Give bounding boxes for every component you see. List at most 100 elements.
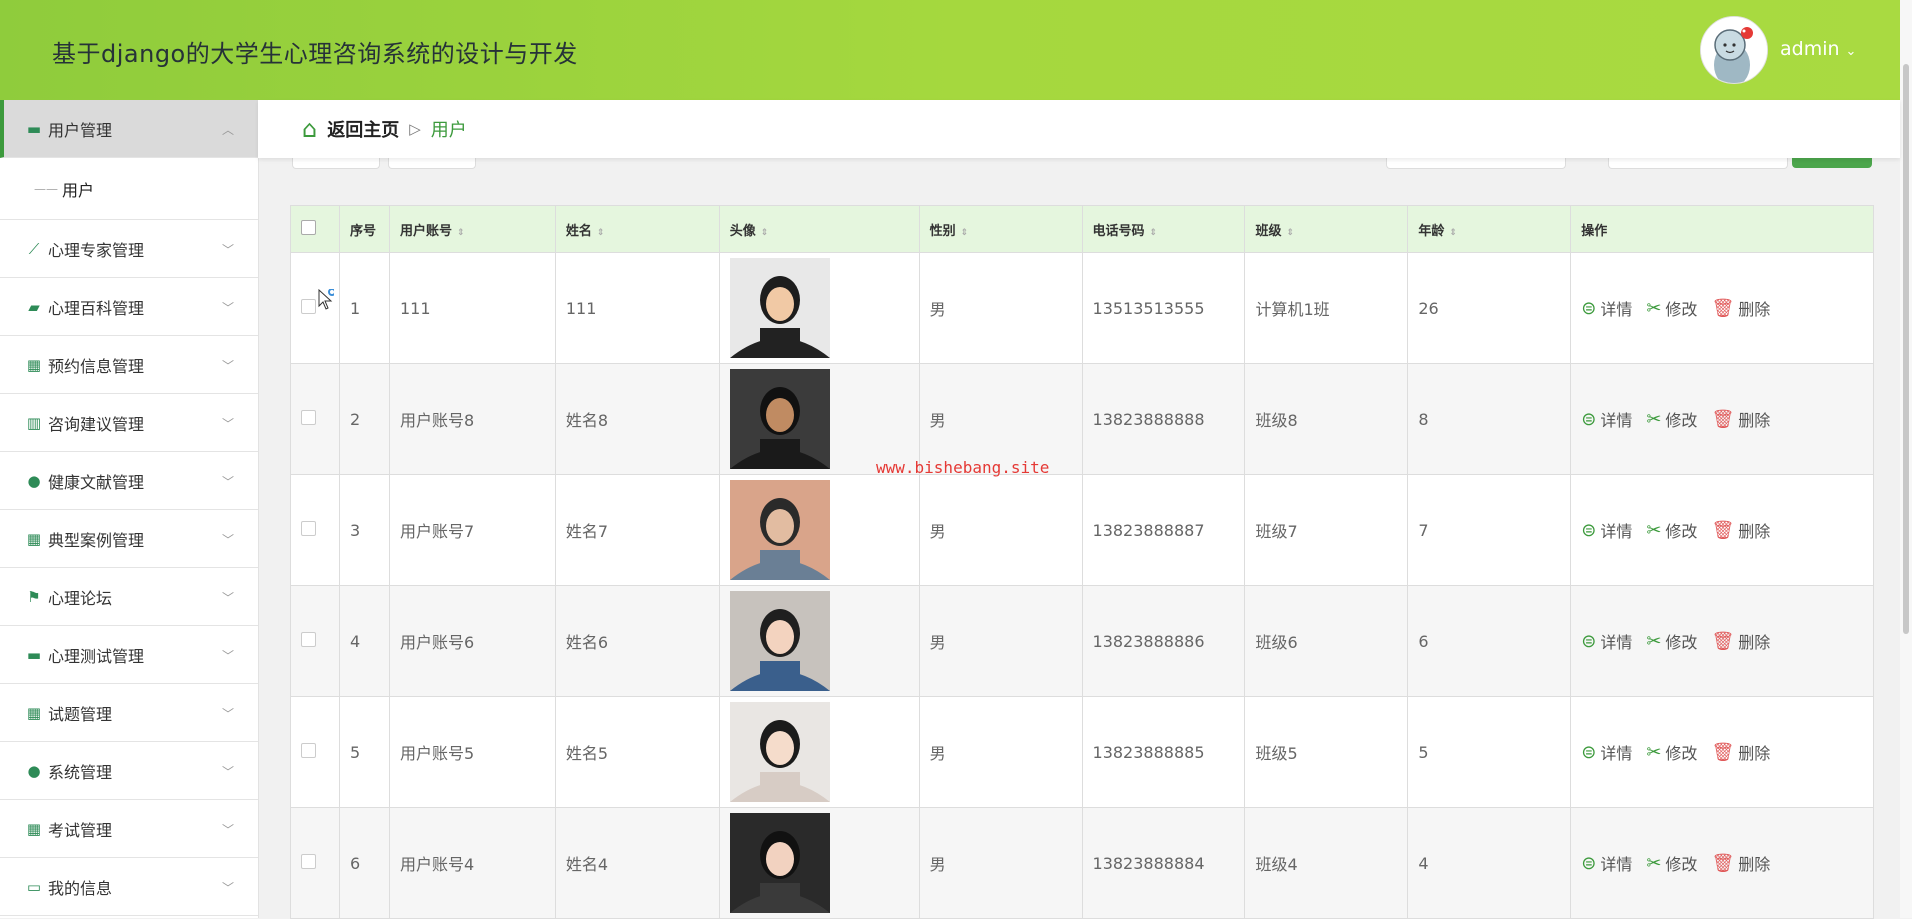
delete-button[interactable]: 🗑 删除: [1711, 296, 1770, 320]
sort-icon[interactable]: ⇕: [1286, 228, 1294, 238]
sidebar-item-label: 心理专家管理: [48, 240, 145, 260]
cell-account: 用户账号4: [388, 807, 556, 919]
wrench-icon: ✂: [1646, 408, 1662, 430]
row-checkbox[interactable]: [301, 631, 316, 647]
sidebar-item-my-info[interactable]: ▭ 我的信息 ﹀: [0, 858, 258, 916]
user-menu-trigger[interactable]: admin ⌄: [1780, 38, 1856, 60]
row-checkbox[interactable]: [301, 298, 316, 314]
column-header-phone[interactable]: 电话号码 ⇕: [1081, 205, 1246, 253]
sidebar-item-user-management[interactable]: ▬ 用户管理 ︿: [0, 100, 258, 158]
sort-icon[interactable]: ⇕: [597, 228, 605, 238]
table-row: 5 用户账号5 姓名5 男 13823888885 班级5 5 ⊜ 详情 ✂ 修改 🗑 删除: [290, 696, 1874, 808]
user-photo[interactable]: [729, 258, 830, 358]
detail-button[interactable]: ⊜ 详情: [1581, 407, 1632, 431]
edit-button[interactable]: ✂ 修改: [1646, 518, 1697, 542]
delete-button[interactable]: 🗑 删除: [1711, 629, 1770, 653]
sidebar-item-system-management[interactable]: ● 系统管理 ﹀: [0, 742, 258, 800]
flag-icon: ⚑: [27, 587, 41, 606]
sort-icon[interactable]: ⇕: [1449, 228, 1457, 238]
wrench-icon: ✂: [1646, 519, 1662, 541]
monitor-icon: ▬: [26, 645, 42, 664]
sidebar-item-case-management[interactable]: ▦ 典型案例管理 ﹀: [0, 510, 258, 568]
sidebar-item-exam-management[interactable]: ▦ 考试管理 ﹀: [0, 800, 258, 858]
sidebar-item-question-management[interactable]: ▦ 试题管理 ﹀: [0, 684, 258, 742]
sidebar-item-appointment-management[interactable]: ▦ 预约信息管理 ﹀: [0, 336, 258, 394]
sidebar-item-forum[interactable]: ⚑ 心理论坛 ﹀: [0, 568, 258, 626]
sort-icon[interactable]: ⇕: [457, 228, 465, 238]
row-checkbox[interactable]: [301, 742, 316, 758]
sidebar-item-label: 心理测试管理: [48, 646, 145, 666]
edit-button[interactable]: ✂ 修改: [1646, 740, 1697, 764]
cell-phone: 13513513555: [1081, 252, 1246, 364]
sidebar-subitem-user[interactable]: —— 用户: [0, 158, 258, 220]
sidebar-item-expert-management[interactable]: ⟋ 心理专家管理 ﹀: [0, 220, 258, 278]
user-photo[interactable]: [729, 702, 830, 802]
vertical-scrollbar[interactable]: [1900, 0, 1912, 918]
row-select-cell: [290, 807, 340, 919]
select-all-checkbox[interactable]: [301, 219, 316, 235]
column-header-account[interactable]: 用户账号 ⇕: [388, 205, 556, 253]
delete-button[interactable]: 🗑 删除: [1711, 518, 1770, 542]
user-photo[interactable]: [729, 480, 830, 580]
chevron-down-icon: ﹀: [221, 707, 234, 721]
row-checkbox[interactable]: [301, 520, 316, 536]
column-header-label: 电话号码: [1092, 223, 1145, 239]
column-header-name[interactable]: 姓名 ⇕: [554, 205, 720, 253]
detail-button[interactable]: ⊜ 详情: [1581, 518, 1632, 542]
trash-icon: 🗑: [1711, 297, 1735, 319]
sidebar-item-test-management[interactable]: ▬ 心理测试管理 ﹀: [0, 626, 258, 684]
detail-button[interactable]: ⊜ 详情: [1581, 851, 1632, 875]
user-photo[interactable]: [729, 369, 830, 469]
home-icon[interactable]: ⌂: [302, 115, 317, 143]
watermark: www.bishebang.site: [876, 458, 1050, 477]
sidebar-item-literature-management[interactable]: ● 健康文献管理 ﹀: [0, 452, 258, 510]
column-header-age[interactable]: 年龄 ⇕: [1407, 205, 1572, 253]
scrollbar-thumb[interactable]: [1903, 64, 1909, 634]
breadcrumb-home-link[interactable]: 返回主页: [327, 116, 399, 142]
sort-icon[interactable]: ⇕: [761, 228, 769, 238]
cell-age: 7: [1407, 474, 1572, 586]
delete-button[interactable]: 🗑 删除: [1711, 740, 1770, 764]
delete-label: 删除: [1738, 633, 1771, 652]
edit-button[interactable]: ✂ 修改: [1646, 296, 1697, 320]
delete-button[interactable]: 🗑 删除: [1711, 851, 1770, 875]
app-title: 基于django的大学生心理咨询系统的设计与开发: [52, 40, 578, 68]
delete-button[interactable]: 🗑 删除: [1711, 407, 1770, 431]
wallet-icon: ▰: [28, 297, 40, 316]
edit-button[interactable]: ✂ 修改: [1646, 407, 1697, 431]
wrench-icon: ✂: [1646, 741, 1662, 763]
detail-button[interactable]: ⊜ 详情: [1581, 629, 1632, 653]
row-checkbox[interactable]: [301, 853, 316, 869]
detail-button[interactable]: ⊜ 详情: [1581, 740, 1632, 764]
sort-icon[interactable]: ⇕: [961, 228, 969, 238]
user-photo[interactable]: [729, 591, 830, 691]
edit-button[interactable]: ✂ 修改: [1646, 851, 1697, 875]
edit-button[interactable]: ✂ 修改: [1646, 629, 1697, 653]
cell-account: 用户账号8: [388, 363, 556, 475]
chevron-down-icon: ﹀: [221, 881, 234, 895]
sidebar-item-label: 心理百科管理: [48, 298, 145, 318]
trash-icon: 🗑: [1711, 741, 1735, 763]
sidebar-item-encyclopedia-management[interactable]: ▰ 心理百科管理 ﹀: [0, 278, 258, 336]
cell-gender: 男: [918, 585, 1083, 697]
delete-label: 删除: [1738, 411, 1771, 430]
grid-icon: ▦: [26, 355, 42, 374]
sidebar-item-label: 用户管理: [48, 120, 113, 140]
user-avatar[interactable]: [1700, 16, 1768, 84]
column-header-gender[interactable]: 性别 ⇕: [918, 205, 1083, 253]
cell-age: 8: [1407, 363, 1572, 475]
breadcrumb: ⌂ 返回主页 ▷ 用户: [258, 100, 1900, 158]
cell-class: 班级4: [1244, 807, 1409, 919]
column-header-class[interactable]: 班级 ⇕: [1244, 205, 1409, 253]
column-header-avatar[interactable]: 头像 ⇕: [718, 205, 920, 253]
detail-button[interactable]: ⊜ 详情: [1581, 296, 1632, 320]
sort-icon[interactable]: ⇕: [1150, 228, 1158, 238]
edit-label: 修改: [1665, 522, 1698, 541]
row-checkbox[interactable]: [301, 409, 316, 425]
user-photo[interactable]: [729, 813, 830, 913]
cell-account: 用户账号7: [388, 474, 556, 586]
cell-avatar: [718, 696, 920, 808]
sidebar-item-advice-management[interactable]: ▥ 咨询建议管理 ﹀: [0, 394, 258, 452]
sidebar-item-label: 预约信息管理: [48, 356, 145, 376]
cell-age: 4: [1407, 807, 1572, 919]
